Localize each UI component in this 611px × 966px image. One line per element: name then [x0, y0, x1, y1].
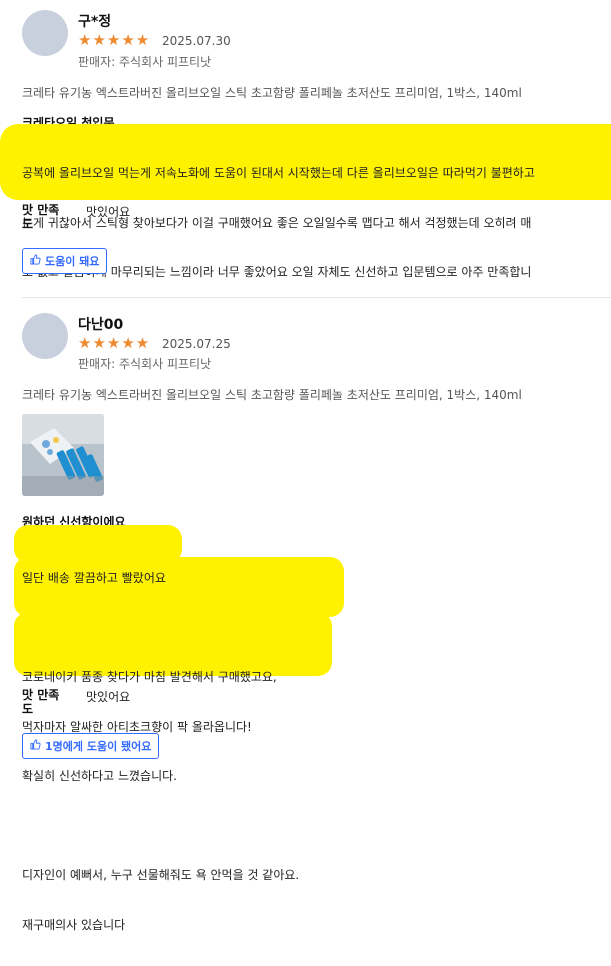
review-body-line: 코로네이키 품종 찾다가 마침 발견해서 구매했고요,: [22, 670, 277, 684]
seller-info: 판매자: 주식회사 피프티낫: [78, 55, 212, 69]
review-date: 2025.07.25: [162, 337, 231, 351]
helpful-button-label: 도움이 돼요: [45, 255, 100, 268]
review-body-line: 디자인이 예뻐서, 누구 선물해줘도 욕 안먹을 것 같아요.: [22, 868, 300, 882]
helpful-button[interactable]: 도움이 돼요: [22, 248, 108, 274]
thumbs-up-icon: [30, 254, 41, 268]
review-body: 공복에 올리브오일 먹는게 저속노화에 도움이 된대서 시작했는데 다른 올리브…: [22, 132, 611, 314]
product-option: 크레타 유기농 엑스트라버진 올리브오일 스틱 초고함량 폴리페놀 초저산도 프…: [22, 86, 522, 100]
review-date: 2025.07.30: [162, 34, 231, 48]
avatar: [22, 10, 68, 56]
product-option: 크레타 유기농 엑스트라버진 올리브오일 스틱 초고함량 폴리페놀 초저산도 프…: [22, 388, 522, 402]
seller-info: 판매자: 주식회사 피프티낫: [78, 357, 212, 371]
star-rating: ★★★★★: [78, 334, 151, 352]
review-body-line: [22, 818, 582, 835]
reviewer-name: 다난00: [78, 317, 124, 333]
review-body-line: 도 없고 깔끔하게 마무리되는 느낌이라 너무 좋았어요 오일 자체도 신선하고…: [22, 265, 532, 279]
review-photo-image: [22, 414, 104, 496]
taste-satisfaction-label: 맛 만족도: [22, 203, 60, 231]
helpful-button-label: 1명에게 도움이 됐어요: [45, 740, 152, 753]
reviewer-name: 구*정: [78, 14, 112, 30]
helpful-button[interactable]: 1명에게 도움이 됐어요: [22, 733, 160, 759]
review-photo[interactable]: [22, 414, 104, 496]
review-divider: [22, 297, 611, 298]
review-body-line: 공복에 올리브오일 먹는게 저속노화에 도움이 된대서 시작했는데 다른 올리브…: [22, 166, 535, 180]
review-body-line: 확실히 신선하다고 느꼈습니다.: [22, 769, 177, 783]
thumbs-up-icon: [30, 739, 41, 753]
star-rating: ★★★★★: [78, 31, 151, 49]
review-body-line: [22, 620, 582, 637]
review-body-line: 재구매의사 있습니다: [22, 917, 126, 932]
taste-satisfaction-label: 맛 만족도: [22, 688, 60, 716]
review-body-line: 일단 배송 깔끔하고 빨랐어요: [22, 571, 166, 585]
taste-satisfaction-value: 맛있어요: [86, 690, 131, 704]
avatar: [22, 313, 68, 359]
taste-satisfaction-value: 맛있어요: [86, 205, 131, 219]
